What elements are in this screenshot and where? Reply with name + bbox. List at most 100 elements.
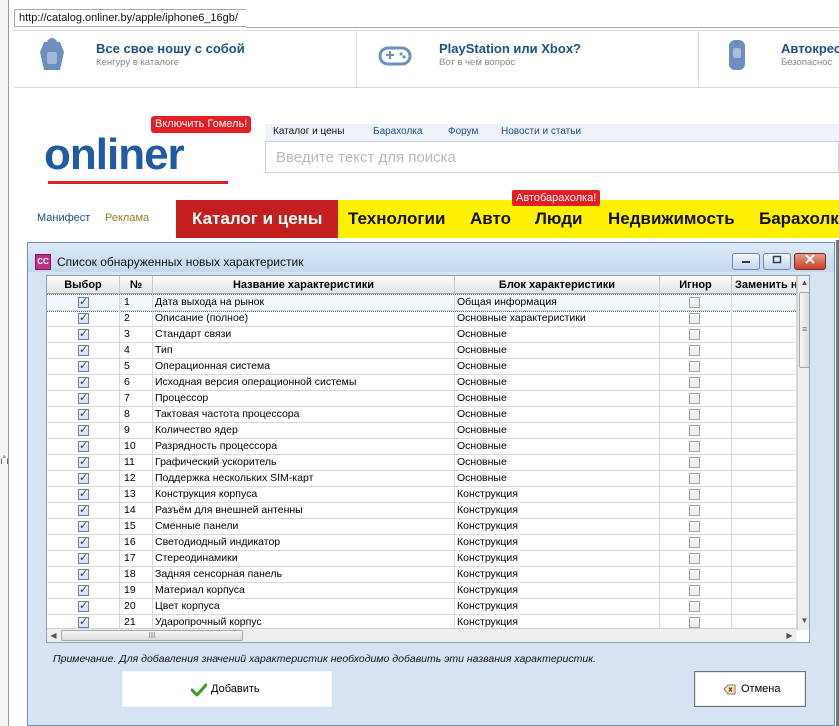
select-checkbox[interactable] [78,343,89,358]
select-checkbox[interactable] [78,471,89,486]
table-row[interactable]: 11Графический ускорительОсновные [47,455,797,471]
table-row[interactable]: 15Сменные панелиКонструкция [47,519,797,535]
table-row[interactable]: 9Количество ядерОсновные [47,423,797,439]
promo-item-carseat[interactable]: Автокрес Безопаснос [699,31,839,87]
select-checkbox[interactable] [78,391,89,406]
select-checkbox[interactable] [78,295,89,310]
address-bar[interactable]: http://catalog.onliner.by/apple/iphone6_… [14,9,246,27]
scroll-right-icon[interactable]: ▶ [783,629,796,642]
col-header-name[interactable]: Название характеристики [153,276,455,294]
table-row[interactable]: 3Стандарт связиОсновные [47,327,797,343]
replace-cell[interactable] [732,487,797,503]
search-input[interactable] [266,142,838,172]
cancel-button[interactable]: Отмена [694,671,806,707]
ignore-checkbox[interactable] [689,393,700,404]
select-checkbox[interactable] [78,599,89,614]
close-button[interactable] [794,253,826,270]
horizontal-scroll-thumb[interactable]: III [61,630,243,641]
scroll-left-icon[interactable]: ◀ [47,629,60,642]
select-checkbox[interactable] [78,311,89,326]
table-row[interactable]: 1Дата выхода на рынокОбщая информация [47,294,798,312]
nav-tech[interactable]: Технологии [348,200,445,238]
replace-cell[interactable] [732,567,797,583]
col-header-ignore[interactable]: Игнор [660,276,732,294]
city-button[interactable]: Включить Гомель! [151,116,252,133]
select-checkbox[interactable] [78,567,89,582]
table-row[interactable]: 7ПроцессорОсновные [47,391,797,407]
table-row[interactable]: 14Разъём для внешней антенныКонструкция [47,503,797,519]
select-checkbox[interactable] [78,487,89,502]
ignore-checkbox[interactable] [689,553,700,564]
select-checkbox[interactable] [78,535,89,550]
replace-cell[interactable] [732,327,797,343]
col-header-block[interactable]: Блок характеристики [455,276,660,294]
table-row[interactable]: 4ТипОсновные [47,343,797,359]
promo-item-gamepad[interactable]: PlayStation или Xbox? Вот в чем вопрос [357,31,699,87]
select-checkbox[interactable] [78,439,89,454]
replace-cell[interactable] [732,343,797,359]
table-row[interactable]: 20Цвет корпусаКонструкция [47,599,797,615]
select-checkbox[interactable] [78,327,89,342]
ads-link[interactable]: Реклама [105,212,149,224]
replace-cell[interactable] [732,471,797,487]
nav-realty[interactable]: Недвижимость [608,200,735,238]
table-row[interactable]: 10Разрядность процессораОсновные [47,439,797,455]
select-checkbox[interactable] [78,503,89,518]
vertical-scrollbar[interactable]: ▲ ≡ ▼ [797,276,809,630]
horizontal-scrollbar[interactable]: ◀ III ▶ [47,628,797,642]
ignore-checkbox[interactable] [689,569,700,580]
nav-catalog[interactable]: Каталог и цены [176,200,339,238]
select-checkbox[interactable] [78,455,89,470]
ignore-checkbox[interactable] [689,489,700,500]
col-header-number[interactable]: № [120,276,153,294]
dialog-titlebar[interactable]: CC Список обнаруженных новых характерист… [28,243,834,272]
ignore-checkbox[interactable] [689,329,700,340]
table-row[interactable]: 6Исходная версия операционной системыОсн… [47,375,797,391]
ignore-checkbox[interactable] [689,361,700,372]
replace-cell[interactable] [732,391,797,407]
ignore-checkbox[interactable] [689,457,700,468]
table-row[interactable]: 8Тактовая частота процессораОсновные [47,407,797,423]
table-row[interactable]: 16Светодиодный индикаторКонструкция [47,535,797,551]
select-checkbox[interactable] [78,375,89,390]
ignore-checkbox[interactable] [689,377,700,388]
replace-cell[interactable] [732,423,797,439]
table-row[interactable]: 19Материал корпусаКонструкция [47,583,797,599]
select-checkbox[interactable] [78,423,89,438]
ignore-checkbox[interactable] [689,409,700,420]
ignore-checkbox[interactable] [689,425,700,436]
tab-forum[interactable]: Форум [448,126,478,137]
scroll-down-icon[interactable]: ▼ [798,614,809,628]
select-checkbox[interactable] [78,551,89,566]
select-checkbox[interactable] [78,359,89,374]
table-row[interactable]: 13Конструкция корпусаКонструкция [47,487,797,503]
select-checkbox[interactable] [78,519,89,534]
select-checkbox[interactable] [78,583,89,598]
nav-auto[interactable]: Авто [470,200,511,238]
vertical-scroll-thumb[interactable]: ≡ [799,292,809,368]
ignore-checkbox[interactable] [689,473,700,484]
ignore-checkbox[interactable] [689,313,700,324]
site-logo[interactable]: onliner [44,130,185,180]
replace-cell[interactable] [732,535,797,551]
table-row[interactable]: 12Поддержка нескольких SIM-картОсновные [47,471,797,487]
replace-cell[interactable] [732,519,797,535]
ignore-checkbox[interactable] [689,297,700,308]
replace-cell[interactable] [732,439,797,455]
ignore-checkbox[interactable] [689,537,700,548]
auto-badge[interactable]: Автобарахолка! [512,190,601,206]
minimize-button[interactable] [732,253,760,270]
col-header-replace[interactable]: Заменить н [732,276,797,294]
replace-cell[interactable] [732,551,797,567]
table-row[interactable]: 18Задняя сенсорная панельКонструкция [47,567,797,583]
replace-cell[interactable] [732,375,797,391]
table-row[interactable]: 17СтереодинамикиКонструкция [47,551,797,567]
select-checkbox[interactable] [78,407,89,422]
select-checkbox[interactable] [78,615,89,630]
ignore-checkbox[interactable] [689,601,700,612]
nav-baraholka[interactable]: Барахолк [759,200,839,238]
replace-cell[interactable] [732,583,797,599]
ignore-checkbox[interactable] [689,345,700,356]
maximize-button[interactable] [763,253,791,270]
replace-cell[interactable] [732,599,797,615]
